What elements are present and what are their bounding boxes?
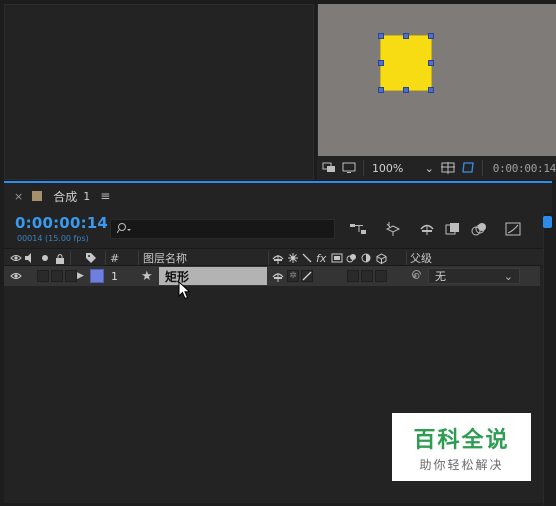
panel-menu-icon[interactable]: ≡ bbox=[100, 189, 110, 203]
quality-switch-icon[interactable] bbox=[301, 268, 313, 284]
column-divider bbox=[268, 251, 269, 265]
layer-name-field[interactable]: 矩形 bbox=[159, 267, 267, 285]
watermark-subtitle: 助你轻松解决 bbox=[419, 457, 504, 472]
column-layer-name[interactable]: 图层名称 bbox=[143, 250, 187, 266]
transform-handle[interactable] bbox=[403, 33, 409, 39]
layer-search-input[interactable] bbox=[110, 219, 335, 239]
composition-swatch bbox=[32, 191, 43, 201]
toolbar-divider bbox=[481, 160, 483, 176]
frame-blending-icon[interactable] bbox=[444, 220, 462, 238]
toolbar-divider bbox=[362, 160, 364, 176]
current-time[interactable]: 0:00:00:14 bbox=[15, 214, 108, 232]
shy-switch-icon[interactable] bbox=[272, 268, 284, 284]
expand-triangle-icon[interactable]: ▶ bbox=[77, 268, 84, 284]
column-divider bbox=[138, 251, 139, 265]
project-panel bbox=[4, 4, 314, 180]
quality-switch-icon[interactable] bbox=[302, 250, 312, 266]
layer-label-color[interactable] bbox=[90, 268, 104, 284]
watermark: 百科全说 助你轻松解决 bbox=[392, 413, 531, 481]
transform-handle[interactable] bbox=[428, 87, 434, 93]
chevron-down-icon: ⌄ bbox=[503, 269, 513, 283]
parent-dropdown[interactable]: 无 ⌄ bbox=[428, 268, 520, 284]
mouse-cursor-icon bbox=[178, 281, 191, 300]
visibility-eye-icon[interactable] bbox=[10, 268, 22, 284]
frame-rate-info: 00014 (15.00 fps) bbox=[17, 234, 89, 243]
composition-panel: 100% ⌄ 0:00:00:14 bbox=[317, 4, 556, 180]
adjustment-layer-icon[interactable] bbox=[361, 250, 371, 266]
eye-icon[interactable] bbox=[10, 250, 22, 266]
parent-value: 无 bbox=[435, 270, 446, 283]
zoom-dropdown[interactable]: 100% ⌄ bbox=[372, 160, 436, 176]
transform-handle[interactable] bbox=[428, 33, 434, 39]
draft-3d-icon[interactable] bbox=[384, 220, 402, 238]
viewer-toolbar: 100% ⌄ 0:00:00:14 bbox=[317, 156, 556, 180]
mask-visibility-icon[interactable] bbox=[460, 161, 476, 175]
solo-toggle[interactable] bbox=[51, 268, 63, 284]
audio-toggle[interactable] bbox=[37, 268, 49, 284]
shy-switch-icon[interactable] bbox=[272, 250, 284, 266]
transform-handle[interactable] bbox=[428, 60, 434, 66]
tab-composition[interactable]: 合成 bbox=[53, 188, 77, 205]
viewer-timecode[interactable]: 0:00:00:14 bbox=[493, 162, 556, 175]
lock-toggle[interactable] bbox=[65, 268, 77, 284]
label-tag-icon[interactable] bbox=[85, 250, 97, 266]
time-navigator-handle[interactable] bbox=[543, 216, 552, 228]
solo-dot-icon[interactable] bbox=[41, 250, 49, 266]
timeline-tab-row: × 合成 1 ≡ bbox=[4, 183, 552, 209]
collapse-switch-icon[interactable] bbox=[288, 250, 298, 266]
search-icon bbox=[116, 222, 133, 239]
monitor-icon[interactable] bbox=[341, 161, 357, 175]
effects-fx-icon[interactable]: fx bbox=[316, 250, 326, 266]
transform-handle[interactable] bbox=[378, 33, 384, 39]
watermark-title: 百科全说 bbox=[413, 427, 510, 453]
zoom-value: 100% bbox=[371, 161, 404, 175]
motion-blur-toggle[interactable] bbox=[347, 268, 359, 284]
rectangle-layer-preview[interactable] bbox=[380, 35, 432, 91]
speaker-icon[interactable] bbox=[24, 250, 34, 266]
layer-row[interactable]: ▶ 1 ★ 矩形 ✲ 无 ⌄ bbox=[4, 266, 540, 286]
timeline-scrollbar[interactable] bbox=[543, 213, 552, 505]
shy-layers-icon[interactable] bbox=[418, 220, 436, 238]
grid-guide-icon[interactable] bbox=[440, 161, 456, 175]
column-divider bbox=[105, 251, 106, 265]
column-divider bbox=[406, 251, 407, 265]
composition-flowchart-icon[interactable] bbox=[349, 220, 367, 238]
layer-index: 1 bbox=[111, 269, 118, 283]
adjustment-toggle[interactable] bbox=[361, 268, 373, 284]
transform-handle[interactable] bbox=[378, 60, 384, 66]
composition-viewer[interactable] bbox=[318, 4, 556, 156]
chevron-down-icon: ⌄ bbox=[424, 161, 434, 175]
tab-composition-number: 1 bbox=[83, 189, 91, 203]
column-number: # bbox=[110, 251, 120, 265]
column-parent[interactable]: 父级 bbox=[410, 250, 432, 266]
motion-blur-switch-icon[interactable] bbox=[346, 250, 358, 266]
pick-whip-icon[interactable] bbox=[409, 268, 421, 284]
3d-layer-icon[interactable] bbox=[376, 250, 387, 266]
layer-column-header: # 图层名称 fx 父级 bbox=[4, 248, 548, 266]
close-icon[interactable]: × bbox=[14, 190, 23, 203]
always-preview-icon[interactable] bbox=[321, 161, 337, 175]
collapse-switch-icon[interactable]: ✲ bbox=[287, 268, 299, 284]
lock-icon[interactable] bbox=[55, 250, 65, 266]
frame-blend-switch-icon[interactable] bbox=[331, 250, 343, 266]
3d-toggle[interactable] bbox=[375, 268, 387, 284]
shape-star-icon: ★ bbox=[141, 268, 153, 284]
motion-blur-icon[interactable] bbox=[470, 220, 488, 238]
transform-handle[interactable] bbox=[378, 87, 384, 93]
transform-handle[interactable] bbox=[403, 87, 409, 93]
column-divider bbox=[70, 251, 71, 265]
graph-editor-icon[interactable] bbox=[504, 220, 522, 238]
